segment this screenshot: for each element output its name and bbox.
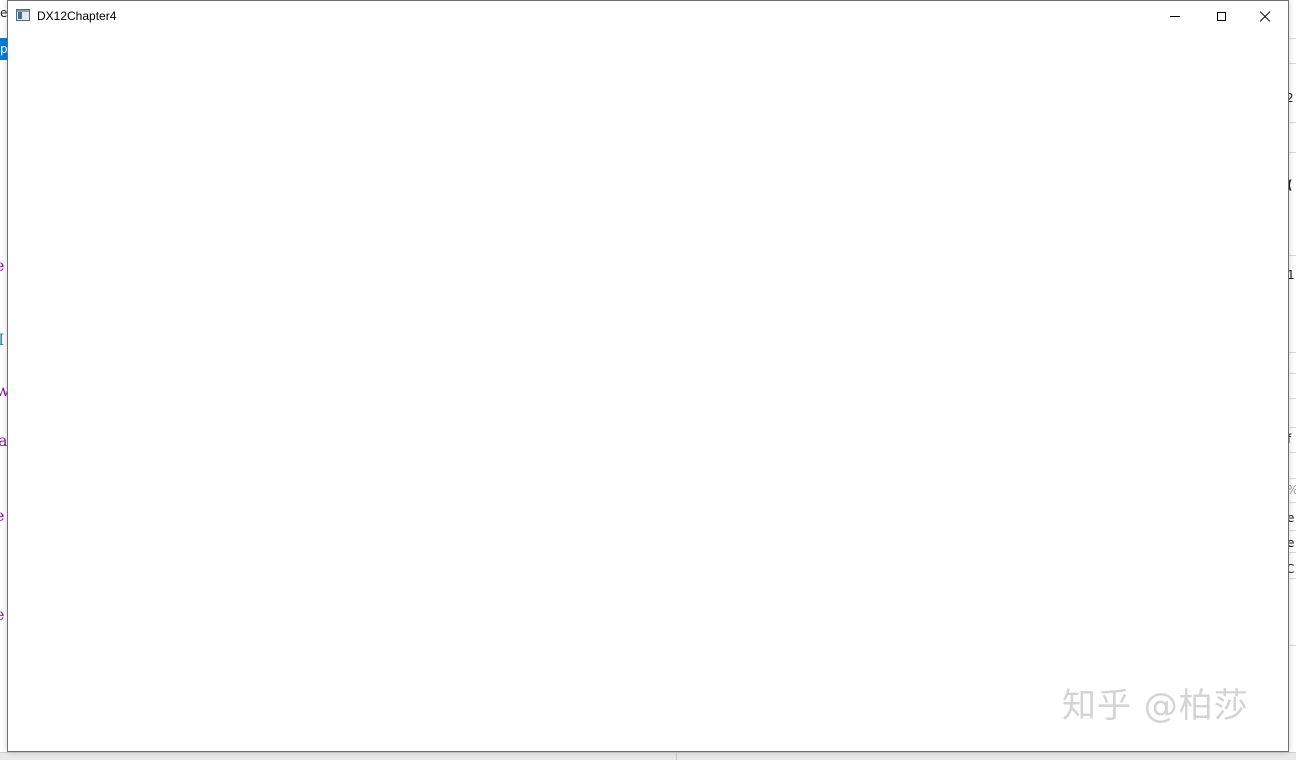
bg-fragment: % (1289, 481, 1296, 499)
bg-fragment: e (0, 606, 4, 624)
minimize-icon (1170, 15, 1180, 17)
render-client-area[interactable] (8, 31, 1288, 751)
app-window[interactable]: DX12Chapter4 (7, 0, 1289, 752)
close-icon (1259, 10, 1271, 22)
app-window-icon[interactable] (16, 9, 30, 21)
window-title: DX12Chapter4 (37, 9, 117, 23)
maximize-icon (1216, 11, 1226, 21)
background-panel-edge: 2 ( 1 f % e e C (1288, 0, 1296, 759)
close-button[interactable] (1242, 1, 1288, 31)
minimize-button[interactable] (1152, 1, 1198, 31)
title-bar[interactable]: DX12Chapter4 (8, 1, 1288, 31)
watermark: 知乎 @柏莎 (1062, 686, 1249, 726)
bg-fragment: I (0, 330, 5, 349)
bg-fragment: e (0, 257, 4, 275)
maximize-button[interactable] (1198, 1, 1244, 31)
bg-fragment: e (0, 507, 4, 525)
